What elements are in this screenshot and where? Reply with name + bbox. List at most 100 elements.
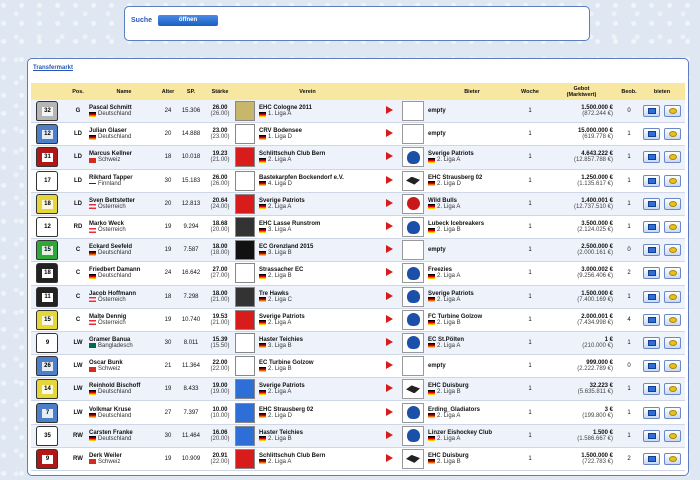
header-sp[interactable]: SP. [177,89,205,95]
bidder-league: 2. Liga A [428,157,516,163]
transfer-arrow-cell [380,314,398,325]
position: LW [73,339,83,346]
watch-button[interactable] [664,406,681,419]
bidder-logo-icon [402,332,424,353]
bid-icon [647,455,656,462]
header-pos[interactable]: Pos. [67,89,89,95]
transfer-market-panel: Transfermarkt Pos. Name Alter SP. Stärke… [27,58,689,476]
bid-button[interactable] [643,313,660,326]
bid-button[interactable] [643,267,660,280]
watch-button[interactable] [664,197,681,210]
watch-button[interactable] [664,360,681,373]
bidder-cell: EHC Strausberg 02 2. Liga D [428,175,516,187]
bid-button[interactable] [643,221,660,234]
sp: 8.433 [183,386,199,393]
country-name: Deutschland [98,435,132,442]
league-name: 2. Liga B [268,273,292,280]
flag-icon [259,181,266,187]
bidder-logo-icon [402,193,424,214]
flag-icon [89,250,96,256]
club-cell: EHC Cologne 2011 1. Liga A [235,101,380,122]
league-name: 2. Liga A [268,319,292,326]
header-bids[interactable]: Beob. [619,89,639,95]
bid-button[interactable] [643,105,660,118]
club-league: 1. Liga A [259,111,312,117]
watch-button[interactable] [664,429,681,442]
watch-button[interactable] [664,221,681,234]
strength-cell: 23.00 (23.00) [205,128,235,140]
jersey-icon: 7 [36,402,58,423]
club-league: 2. Liga A [259,459,325,465]
watch-button[interactable] [664,452,681,465]
bid-button[interactable] [643,429,660,442]
bid-button[interactable] [643,244,660,257]
open-search-button[interactable]: öffnen [158,15,218,26]
market-value: (1.135.617 €) [577,180,613,187]
flag-icon [259,111,266,117]
watchers-count: 1 [627,293,631,300]
bidder-cell: Wild Bulls 2. Liga A [428,198,516,210]
watch-button[interactable] [664,105,681,118]
bidder-name[interactable]: empty [428,108,516,114]
club-league: 3. Liga A [259,227,320,233]
header-week[interactable]: Woche [516,89,544,95]
league-name: 2. Liga A [268,389,292,396]
bid-cell: 3.000.002 € (9.256.406 €) [544,267,619,279]
actions-cell [639,128,685,141]
strength-max: (19.00) [210,389,230,396]
age: 30 [164,339,172,346]
strength-max: (21.00) [210,319,230,326]
bidder-name[interactable]: empty [428,131,516,137]
bid-button[interactable] [643,128,660,141]
header-name[interactable]: Name [89,89,159,95]
bidder-cell: Lubeck Icebreakers 2. Liga B [428,221,516,233]
watch-button[interactable] [664,336,681,349]
week: 1 [528,200,532,207]
bid-button[interactable] [643,383,660,396]
bidder-logo-cell [398,240,428,261]
flag-icon [259,436,266,442]
player-cell: Gramer Banua Bangladesch [89,337,159,349]
header-bidder[interactable]: Bieter [428,89,516,95]
header-age[interactable]: Alter [159,89,177,95]
bid-button[interactable] [643,360,660,373]
flag-icon [428,436,435,442]
player-cell: Rikhard Tapper Finnland [89,175,159,187]
player-country: Schweiz [89,157,159,163]
flag-icon [89,459,96,465]
country-name: Deutschland [98,273,132,280]
table-row: 32 G Pascal Schmitt Deutschland 24 15.306 26.0… [31,100,685,124]
transfer-market-title[interactable]: Transfermarkt [33,65,73,71]
bidder-name[interactable]: empty [428,247,516,253]
jersey-icon: 11 [36,286,58,307]
club-cell: Haster Teichies 3. Liga B [235,332,380,353]
watchers-count: 1 [627,200,631,207]
watch-button[interactable] [664,383,681,396]
club-logo-icon [235,332,255,353]
actions-cell [639,197,685,210]
bidder-name[interactable]: empty [428,363,516,369]
watch-button[interactable] [664,128,681,141]
header-club[interactable]: Verein [235,89,380,95]
bid-button[interactable] [643,197,660,210]
header-actions: bieten [653,88,671,95]
bidder-logo-icon [402,309,424,330]
bid-button[interactable] [643,336,660,349]
watch-button[interactable] [664,244,681,257]
bid-button[interactable] [643,452,660,465]
watch-button[interactable] [664,151,681,164]
flag-icon [428,389,435,395]
header-bid[interactable]: Gebot (Marktwert) [544,86,619,98]
bid-button[interactable] [643,406,660,419]
header-strength[interactable]: Stärke [205,89,235,95]
bid-button[interactable] [643,151,660,164]
watchers-count: 1 [627,154,631,161]
transfer-arrow-cell [380,291,398,302]
watch-button[interactable] [664,174,681,187]
market-value: (1.586.667 €) [577,435,613,442]
watch-button[interactable] [664,290,681,303]
watch-button[interactable] [664,267,681,280]
bid-button[interactable] [643,290,660,303]
watch-button[interactable] [664,313,681,326]
bid-button[interactable] [643,174,660,187]
